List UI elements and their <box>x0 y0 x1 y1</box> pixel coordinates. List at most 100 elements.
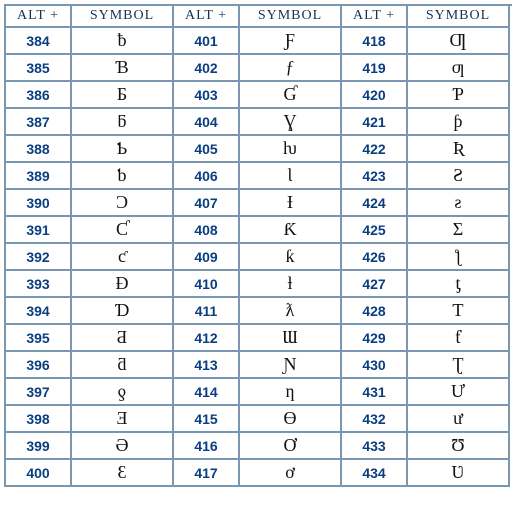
symbol-cell: ƭ <box>408 325 510 352</box>
symbol-cell: ƙ <box>240 244 342 271</box>
alt-symbol-table: ALT +SYMBOLALT +SYMBOLALT +SYMBOL384ƀ401… <box>4 4 512 487</box>
symbol-cell: ƪ <box>408 244 510 271</box>
alt-code-cell: 397 <box>6 379 72 406</box>
symbol-cell: Ʊ <box>408 433 510 460</box>
symbol-cell: ƥ <box>408 109 510 136</box>
alt-code-cell: 394 <box>6 298 72 325</box>
alt-code-cell: 411 <box>174 298 240 325</box>
alt-code-cell: 432 <box>342 406 408 433</box>
alt-code-cell: 410 <box>174 271 240 298</box>
symbol-cell: ƒ <box>240 55 342 82</box>
alt-code-cell: 421 <box>342 109 408 136</box>
alt-code-cell: 428 <box>342 298 408 325</box>
alt-code-cell: 433 <box>342 433 408 460</box>
alt-code-cell: 385 <box>6 55 72 82</box>
symbol-cell: ƛ <box>240 298 342 325</box>
alt-code-cell: 405 <box>174 136 240 163</box>
table-row: 386Ƃ403Ɠ420Ƥ <box>6 82 512 109</box>
alt-code-cell: 406 <box>174 163 240 190</box>
symbol-cell: Ƙ <box>240 217 342 244</box>
alt-code-cell: 389 <box>6 163 72 190</box>
symbol-cell: Ʋ <box>408 460 510 487</box>
table-row: 387ƃ404Ɣ421ƥ <box>6 109 512 136</box>
symbol-cell: Ʃ <box>408 217 510 244</box>
alt-code-cell: 418 <box>342 28 408 55</box>
symbol-cell: ƅ <box>72 163 174 190</box>
symbol-cell: ƚ <box>240 271 342 298</box>
alt-code-cell: 408 <box>174 217 240 244</box>
alt-code-cell: 420 <box>342 82 408 109</box>
alt-code-cell: 404 <box>174 109 240 136</box>
symbol-cell: ơ <box>240 460 342 487</box>
alt-code-cell: 413 <box>174 352 240 379</box>
symbol-cell: Ƒ <box>240 28 342 55</box>
header-symbol: SYMBOL <box>240 6 342 28</box>
alt-code-cell: 409 <box>174 244 240 271</box>
symbol-cell: ư <box>408 406 510 433</box>
symbol-cell: Ɲ <box>240 352 342 379</box>
alt-code-cell: 395 <box>6 325 72 352</box>
table-row: 398Ǝ415Ɵ432ư <box>6 406 512 433</box>
alt-code-cell: 426 <box>342 244 408 271</box>
table-row: 397ƍ414ƞ431Ư <box>6 379 512 406</box>
symbol-cell: ƌ <box>72 352 174 379</box>
header-alt: ALT + <box>6 6 72 28</box>
table-row: 388Ƅ405ƕ422Ʀ <box>6 136 512 163</box>
header-symbol: SYMBOL <box>72 6 174 28</box>
symbol-cell: ƣ <box>408 55 510 82</box>
alt-code-cell: 400 <box>6 460 72 487</box>
symbol-cell: ƃ <box>72 109 174 136</box>
alt-code-cell: 386 <box>6 82 72 109</box>
alt-code-cell: 425 <box>342 217 408 244</box>
alt-code-cell: 401 <box>174 28 240 55</box>
symbol-cell: Ư <box>408 379 510 406</box>
table-row: 396ƌ413Ɲ430Ʈ <box>6 352 512 379</box>
symbol-cell: Ɖ <box>72 271 174 298</box>
alt-code-cell: 392 <box>6 244 72 271</box>
symbol-cell: Ơ <box>240 433 342 460</box>
alt-code-cell: 429 <box>342 325 408 352</box>
symbol-cell: Ɠ <box>240 82 342 109</box>
symbol-cell: Ƃ <box>72 82 174 109</box>
alt-code-cell: 423 <box>342 163 408 190</box>
table-row: 400Ɛ417ơ434Ʋ <box>6 460 512 487</box>
alt-code-cell: 419 <box>342 55 408 82</box>
symbol-cell: ƍ <box>72 379 174 406</box>
symbol-cell: Ɵ <box>240 406 342 433</box>
symbol-cell: Ɯ <box>240 325 342 352</box>
symbol-cell: ƈ <box>72 244 174 271</box>
symbol-cell: ƀ <box>72 28 174 55</box>
symbol-cell: ƨ <box>408 190 510 217</box>
alt-code-cell: 393 <box>6 271 72 298</box>
alt-code-cell: 391 <box>6 217 72 244</box>
symbol-cell: Ɗ <box>72 298 174 325</box>
symbol-cell: Ə <box>72 433 174 460</box>
symbol-cell: Ɓ <box>72 55 174 82</box>
alt-code-cell: 407 <box>174 190 240 217</box>
table-header-row: ALT +SYMBOLALT +SYMBOLALT +SYMBOL <box>6 6 512 28</box>
table-row: 384ƀ401Ƒ418Ƣ <box>6 28 512 55</box>
alt-code-cell: 412 <box>174 325 240 352</box>
alt-code-cell: 398 <box>6 406 72 433</box>
symbol-cell: Ɛ <box>72 460 174 487</box>
alt-code-cell: 402 <box>174 55 240 82</box>
alt-code-cell: 384 <box>6 28 72 55</box>
header-alt: ALT + <box>174 6 240 28</box>
table-row: 385Ɓ402ƒ419ƣ <box>6 55 512 82</box>
alt-code-cell: 396 <box>6 352 72 379</box>
alt-code-cell: 422 <box>342 136 408 163</box>
table-row: 394Ɗ411ƛ428Ƭ <box>6 298 512 325</box>
table-row: 390Ɔ407Ɨ424ƨ <box>6 190 512 217</box>
table-row: 399Ə416Ơ433Ʊ <box>6 433 512 460</box>
symbol-cell: Ɔ <box>72 190 174 217</box>
symbol-cell: ƕ <box>240 136 342 163</box>
symbol-cell: ƞ <box>240 379 342 406</box>
alt-code-cell: 403 <box>174 82 240 109</box>
symbol-cell: Ƣ <box>408 28 510 55</box>
alt-code-cell: 387 <box>6 109 72 136</box>
symbol-cell: Ƈ <box>72 217 174 244</box>
symbol-cell: Ʀ <box>408 136 510 163</box>
symbol-cell: Ɩ <box>240 163 342 190</box>
symbol-cell: Ƭ <box>408 298 510 325</box>
table-row: 391Ƈ408Ƙ425Ʃ <box>6 217 512 244</box>
